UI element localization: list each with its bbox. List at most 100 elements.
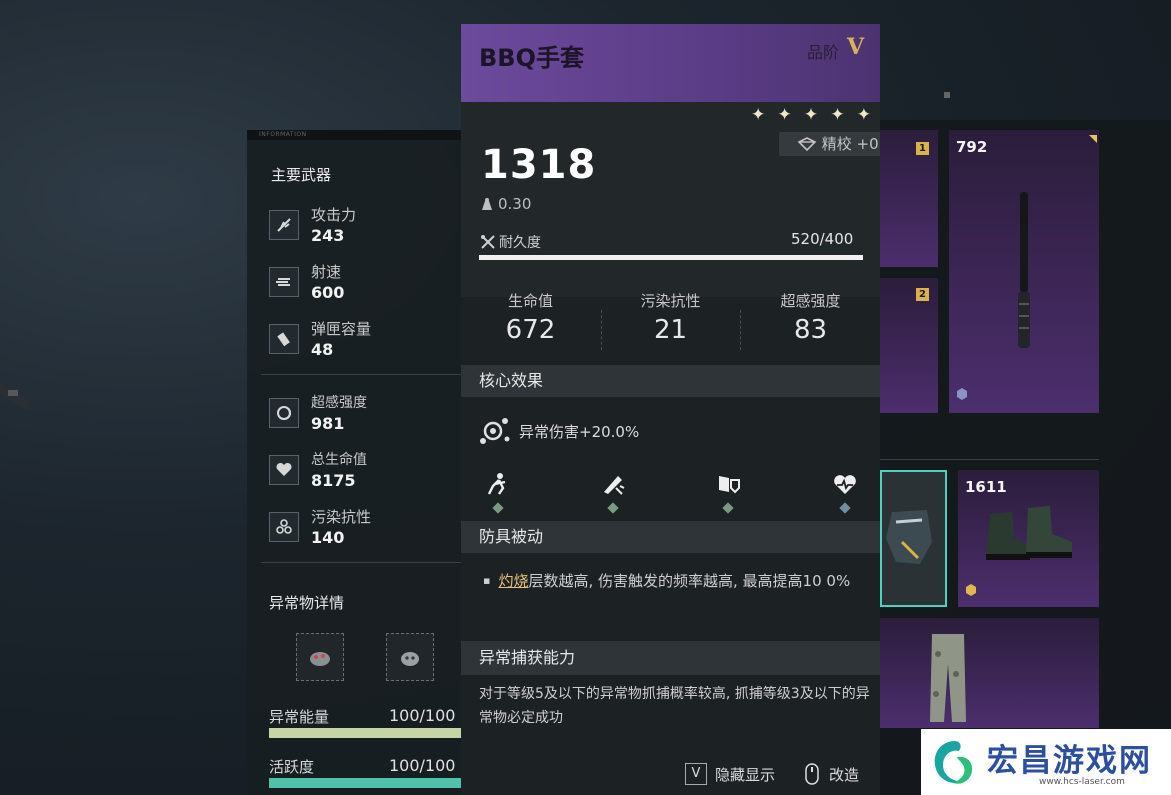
core-slot-3[interactable] — [713, 472, 743, 514]
heart-icon — [269, 455, 299, 485]
mouse-icon — [805, 763, 819, 785]
modify-label: 改造 — [829, 765, 860, 784]
refine-label: 精校 +0 — [821, 135, 879, 153]
durability-bar — [479, 255, 863, 260]
stat-row-pollution: 污染抗性 140 — [269, 506, 459, 552]
armor-passive-body — [461, 553, 880, 637]
stat-value: 8175 — [311, 471, 356, 490]
sub-stat-pollution: 污染抗性 21 — [601, 290, 740, 345]
activity-bar — [269, 778, 461, 788]
watermark-emblem-icon — [934, 741, 973, 784]
stat-value: 243 — [311, 226, 345, 245]
item-name: BBQ手套 — [479, 44, 584, 72]
sub-stat-health: 生命值 672 — [461, 290, 600, 345]
gloves-icon — [886, 510, 932, 564]
stat-row-health: 总生命值 8175 — [269, 449, 459, 495]
character-stats-panel: INFORMATION 主要武器 攻击力 243 射速 600 弹匣容量 48 … — [247, 130, 461, 795]
stat-label: 超感强度 — [311, 395, 367, 411]
weapon-burst-icon — [604, 476, 625, 495]
sub-stat-label: 生命值 — [507, 292, 553, 310]
activity-fill — [269, 778, 461, 788]
refine-badge: 精校 +0 — [779, 132, 880, 156]
flag-shield-icon — [719, 476, 740, 494]
stat-row-magazine: 弹匣容量 48 — [269, 318, 459, 364]
background-item-fragment — [0, 372, 34, 412]
baton-weapon-icon — [1018, 192, 1030, 348]
inventory-card-gloves-selected[interactable] — [880, 470, 947, 607]
tooltip-footer: V 隐藏显示 改造 — [461, 751, 880, 795]
boots-icon — [986, 506, 1072, 560]
activity-label: 活跃度 — [269, 758, 315, 776]
inventory-card-weapon[interactable]: 792 — [949, 130, 1099, 413]
inventory-card-partial-1[interactable]: 1 — [880, 130, 938, 267]
stat-row-attack: 攻击力 243 — [269, 204, 459, 250]
biohazard-icon — [269, 512, 299, 542]
watermark-logo: 宏昌游戏网 www.hcs-laser.com — [921, 729, 1171, 795]
anomaly-damage-icon — [480, 418, 510, 444]
core-slot-1[interactable] — [483, 472, 513, 514]
star-rating: ✦ ✦ ✦ ✦ ✦ — [751, 105, 871, 125]
anomaly-section-title: 异常物详情 — [269, 594, 345, 612]
weapon-section-title: 主要武器 — [271, 166, 332, 184]
stat-row-psi: 超感强度 981 — [269, 392, 459, 438]
anomaly-slot-1[interactable] — [296, 633, 344, 681]
inventory-card-partial-2[interactable]: 2 — [880, 278, 938, 413]
panel-topbar: INFORMATION — [247, 130, 461, 140]
core-effect-text: 异常伤害+20.0% — [519, 423, 640, 441]
activity-value: 100/100 — [389, 756, 456, 775]
anomaly-creature-icon — [310, 652, 330, 666]
tooltip-header: BBQ手套 品阶 V — [461, 24, 880, 102]
durability-value: 520/400 — [791, 230, 854, 248]
capture-ability-text: 对于等级5及以下的异常物抓捕概率较高, 抓捕等级3及以下的异常物必定成功 — [479, 686, 870, 726]
modify-button[interactable]: 改造 — [805, 763, 859, 785]
corner-marker — [1089, 135, 1097, 143]
star-icon: ✦ — [777, 105, 792, 125]
rank-badge-1: 1 — [916, 142, 929, 155]
heartbeat-icon — [834, 475, 856, 494]
item-weight: 0.30 — [498, 195, 532, 213]
inventory-card-boots[interactable]: 1611 — [958, 470, 1099, 607]
sub-stat-psi: 超感强度 83 — [741, 290, 880, 345]
star-icon: ✦ — [830, 105, 845, 125]
item-tooltip: BBQ手套 品阶 V ✦ ✦ ✦ ✦ ✦ 精校 +0 1318 0.30 耐久度… — [461, 24, 880, 795]
grade-label: 品阶 — [807, 43, 840, 62]
divider — [261, 374, 461, 375]
watermark-text: 宏昌游戏网 — [987, 743, 1152, 779]
stat-label: 弹匣容量 — [311, 320, 372, 338]
pants-icon — [930, 634, 966, 722]
item-power-number: 792 — [956, 138, 988, 156]
attack-icon — [269, 210, 299, 240]
psi-icon — [269, 398, 299, 428]
bullet: ▪ — [483, 574, 491, 587]
core-effect-body — [461, 397, 880, 517]
anomaly-slot-2[interactable] — [386, 633, 434, 681]
stat-value: 140 — [311, 528, 345, 547]
stat-value: 981 — [311, 414, 345, 433]
grade-value: V — [847, 34, 865, 60]
inventory-card-pants[interactable] — [880, 618, 1099, 728]
watermark-url: www.hcs-laser.com — [1039, 777, 1125, 787]
star-icon: ✦ — [803, 105, 819, 125]
panel-marker — [944, 92, 950, 98]
refine-icon — [797, 137, 817, 152]
burn-keyword-link[interactable]: 灼烧 — [498, 572, 528, 590]
sub-stat-label: 污染抗性 — [640, 292, 701, 310]
sub-stat-value: 83 — [793, 315, 828, 345]
armor-passive-text: ▪ 灼烧层数越高, 伤害触发的频率越高, 最高提高10 0% — [483, 567, 873, 595]
stat-label: 总生命值 — [311, 452, 367, 468]
hide-toggle-button[interactable]: V 隐藏显示 — [685, 763, 775, 785]
slot-indicator-icon — [607, 502, 619, 514]
passive-description: 层数越高, 伤害触发的频率越高, 最高提高10 0% — [528, 572, 851, 590]
anomaly-energy-fill — [269, 728, 461, 738]
magazine-icon — [269, 324, 299, 354]
star-icon: ✦ — [751, 105, 766, 125]
sub-stat-value: 21 — [653, 315, 688, 345]
core-slot-2[interactable] — [598, 472, 628, 514]
core-slot-4[interactable] — [830, 472, 860, 514]
stat-value: 600 — [311, 283, 345, 302]
slot-indicator-icon — [839, 502, 851, 514]
slot-indicator-icon — [492, 502, 504, 514]
v-key-icon: V — [685, 763, 707, 785]
weight-icon — [482, 198, 492, 210]
durability-label: 耐久度 — [499, 235, 541, 251]
